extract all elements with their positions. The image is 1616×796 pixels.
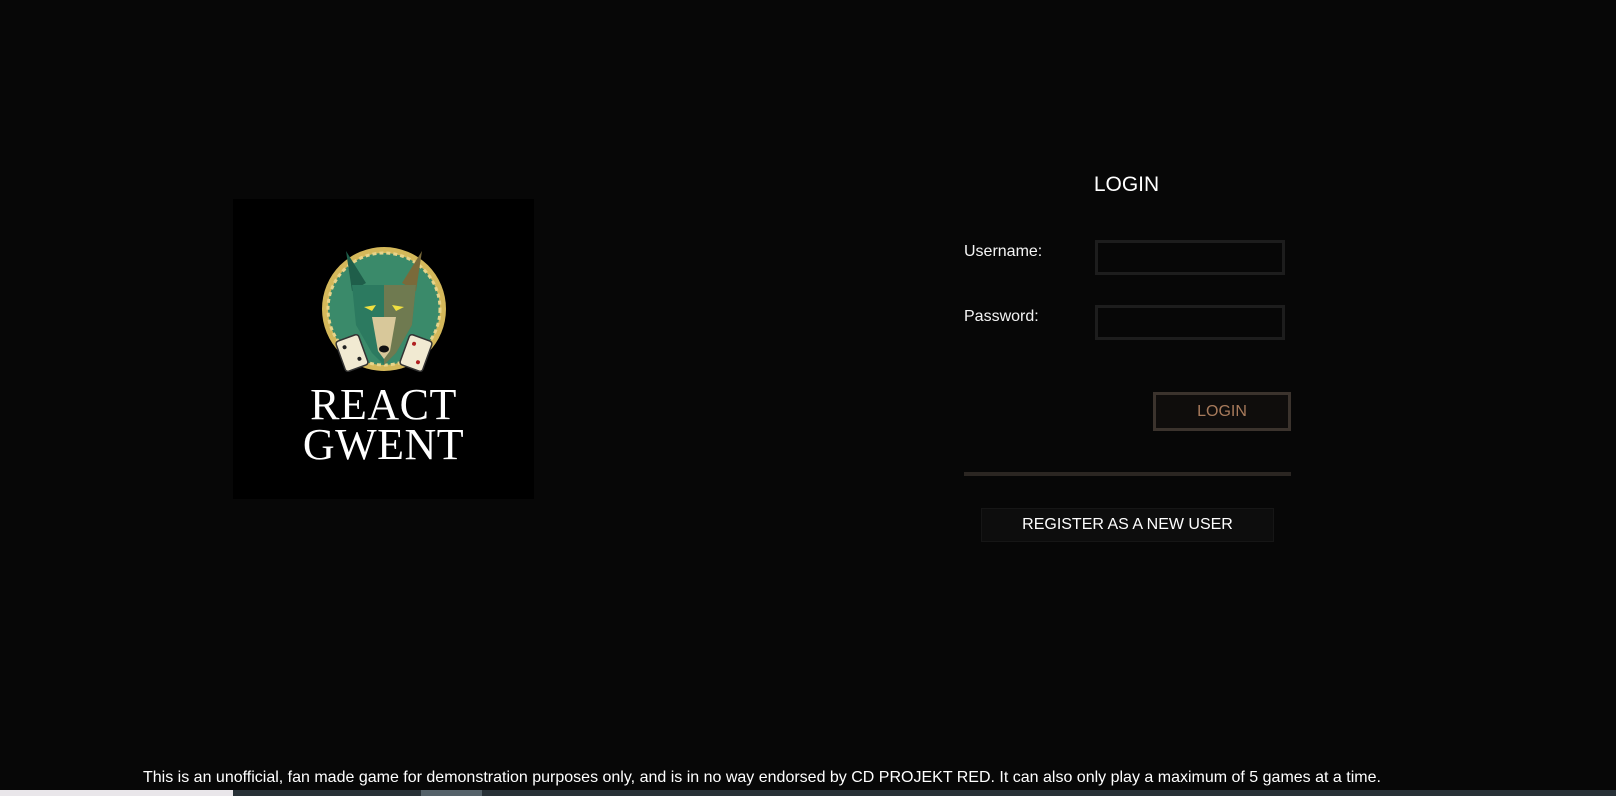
bottom-strip-mid-segment [421,790,482,796]
register-button[interactable]: REGISTER AS A NEW USER [981,508,1274,542]
form-divider [964,472,1291,476]
disclaimer-text: This is an unofficial, fan made game for… [143,769,1381,786]
password-input[interactable] [1095,305,1285,340]
wolf-emblem-icon [322,247,446,373]
password-label: Password: [964,308,1039,325]
login-page: REACT GWENT LOGIN Username: Password: LO… [0,0,1616,796]
logo-title-line2: GWENT [302,420,465,469]
login-button[interactable]: LOGIN [1153,392,1291,431]
logo-title-line1: REACT [310,380,457,429]
game-logo: REACT GWENT [233,199,534,499]
username-label: Username: [964,243,1043,260]
username-input[interactable] [1095,240,1285,275]
bottom-strip-light-segment [0,790,233,796]
login-heading: LOGIN [1093,173,1160,196]
bottom-strip [0,790,1616,796]
